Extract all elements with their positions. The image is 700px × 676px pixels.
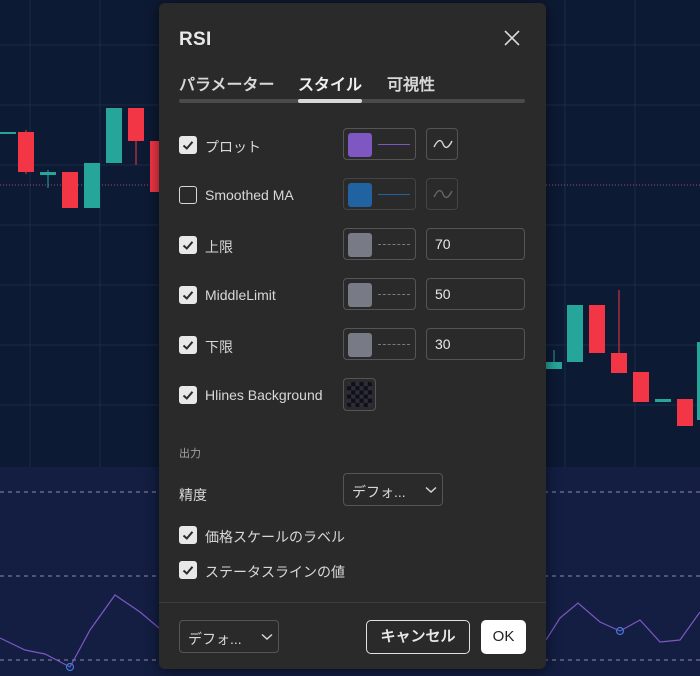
smoothed-ma-checkbox[interactable] (179, 186, 197, 204)
lower-limit-checkbox[interactable] (179, 336, 197, 354)
middle-limit-checkbox[interactable] (179, 286, 197, 304)
chevron-down-icon (425, 486, 437, 493)
status-line-values-text: ステータスラインの値 (205, 564, 345, 580)
check-icon (182, 241, 194, 250)
smoothed-ma-label: Smoothed MA (205, 187, 294, 203)
check-icon (182, 141, 194, 150)
smoothed-ma-style-button[interactable] (426, 178, 458, 210)
middle-limit-color-button[interactable] (343, 278, 416, 310)
row-status-line-values: ステータスラインの値 (179, 553, 525, 587)
candle-body (0, 132, 16, 134)
indicator-settings-dialog: RSI パラメーター スタイル 可視性 プロット Smoothed MA 上限 … (159, 3, 546, 669)
middle-limit-value-input[interactable] (426, 278, 525, 310)
plot-color-swatch (348, 133, 372, 157)
dialog-title: RSI (179, 29, 212, 50)
candle-body (106, 108, 122, 163)
close-icon (504, 30, 520, 46)
middle-limit-color-swatch (348, 283, 372, 307)
hlines-background-checkbox[interactable] (179, 386, 197, 404)
precision-select-value: デフォ... (352, 484, 406, 500)
lower-limit-label: 下限 (205, 339, 233, 355)
upper-limit-line-preview (378, 244, 410, 245)
tab-visibility[interactable]: 可視性 (387, 71, 435, 95)
row-hlines-background: Hlines Background (179, 378, 525, 412)
close-button[interactable] (501, 27, 523, 49)
ok-button[interactable]: OK (481, 620, 526, 654)
plot-style-button[interactable] (426, 128, 458, 160)
plot-color-button[interactable] (343, 128, 416, 160)
hlines-background-label: Hlines Background (205, 387, 323, 403)
row-price-scale-label: 価格スケールのラベル (179, 518, 525, 552)
candle-body (589, 305, 605, 353)
tab-parameters[interactable]: パラメーター (179, 71, 275, 95)
candle-body (546, 362, 562, 369)
row-upper-limit: 上限 (179, 228, 525, 262)
lower-limit-value-input[interactable] (426, 328, 525, 360)
precision-select[interactable]: デフォ... (343, 473, 443, 506)
defaults-select[interactable]: デフォ... (179, 620, 279, 653)
row-lower-limit: 下限 (179, 328, 525, 362)
hlines-background-color-button[interactable] (343, 378, 376, 411)
check-icon (182, 531, 194, 540)
price-scale-label-checkbox[interactable] (179, 526, 197, 544)
upper-limit-color-swatch (348, 233, 372, 257)
price-scale-label-text: 価格スケールのラベル (205, 529, 345, 545)
candle-body (40, 172, 56, 175)
candle-body (18, 132, 34, 172)
check-icon (182, 341, 194, 350)
middle-limit-label: MiddleLimit (205, 287, 276, 303)
check-icon (182, 566, 194, 575)
line-type-icon (433, 139, 453, 149)
lower-limit-color-button[interactable] (343, 328, 416, 360)
row-smoothed-ma: Smoothed MA (179, 178, 525, 212)
candle-body (633, 372, 649, 402)
smoothed-ma-color-swatch (348, 183, 372, 207)
row-middle-limit: MiddleLimit (179, 278, 525, 312)
cancel-button[interactable]: キャンセル (366, 620, 470, 654)
candle-body (655, 399, 671, 402)
upper-limit-checkbox[interactable] (179, 236, 197, 254)
plot-line-preview (378, 144, 410, 145)
middle-limit-line-preview (378, 294, 410, 295)
candle-body (677, 399, 693, 426)
plot-label: プロット (205, 139, 261, 155)
candle-body (567, 305, 583, 362)
lower-limit-line-preview (378, 344, 410, 345)
check-icon (182, 391, 194, 400)
chevron-down-icon (261, 633, 273, 640)
candle-body (62, 172, 78, 208)
smoothed-ma-line-preview (378, 194, 410, 195)
transparent-pattern-icon (347, 382, 372, 407)
footer-divider (159, 602, 546, 603)
candle-body (84, 163, 100, 208)
upper-limit-color-button[interactable] (343, 228, 416, 260)
defaults-select-value: デフォ... (188, 631, 242, 647)
tab-active-indicator (298, 99, 362, 103)
output-section-label: 出力 (179, 448, 201, 460)
lower-limit-color-swatch (348, 333, 372, 357)
precision-label: 精度 (179, 487, 207, 503)
line-type-icon (433, 189, 453, 199)
check-icon (182, 291, 194, 300)
smoothed-ma-color-button[interactable] (343, 178, 416, 210)
plot-checkbox[interactable] (179, 136, 197, 154)
status-line-values-checkbox[interactable] (179, 561, 197, 579)
upper-limit-value-input[interactable] (426, 228, 525, 260)
candle-body (611, 353, 627, 373)
upper-limit-label: 上限 (205, 239, 233, 255)
candle-body (128, 108, 144, 141)
row-plot: プロット (179, 128, 525, 162)
tab-bar: パラメーター スタイル 可視性 (179, 71, 525, 103)
tab-style[interactable]: スタイル (298, 71, 362, 95)
